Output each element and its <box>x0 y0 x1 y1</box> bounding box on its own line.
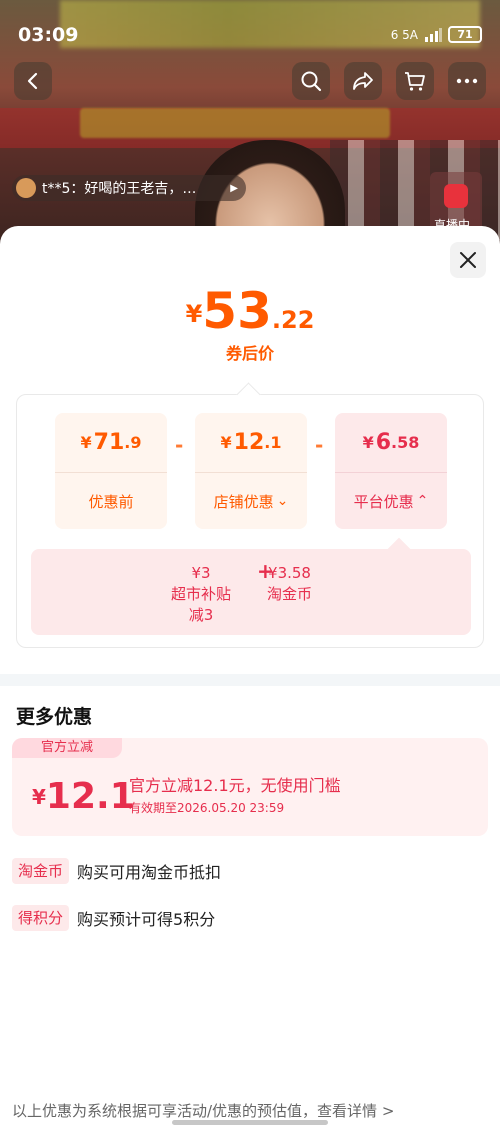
live-comment-text: t**5：好喝的王老吉，… <box>42 181 197 197</box>
price-detail-sheet: ¥53.22 券后价 ¥71.9 优惠前 - ¥12.1 店铺优惠 ⌄ - ¥6… <box>0 226 500 1134</box>
price-decimal: .1 <box>264 433 282 452</box>
coins-text: 购买可用淘金币抵扣 <box>77 863 222 882</box>
final-price-integer: 53 <box>202 282 272 340</box>
price-integer: 71 <box>93 430 125 455</box>
status-time: 03:09 <box>18 24 79 46</box>
final-price: ¥53.22 <box>0 282 500 340</box>
avatar <box>16 178 36 198</box>
battery-indicator: 71 <box>448 26 482 43</box>
official-discount-coupon[interactable]: 官方立减 ¥12.1 官方立减12.1元，无使用门槛 有效期至2026.05.2… <box>12 738 488 836</box>
coupon-tag: 官方立减 <box>12 738 122 758</box>
subsidy-note: 减3 <box>188 606 214 624</box>
coupon-amount: ¥12.1 <box>32 776 135 817</box>
price-integer: 6 <box>375 430 392 455</box>
offer-row-points: 得积分 购买预计可得5积分 <box>12 905 215 931</box>
more-offers-title: 更多优惠 <box>16 706 93 728</box>
footer-details-link[interactable]: 以上优惠为系统根据可享活动/优惠的预估值，查看详情 > <box>12 1100 394 1121</box>
price-breakdown: ¥71.9 优惠前 - ¥12.1 店铺优惠 ⌄ - ¥6.58 平台优惠 ⌃ <box>16 394 484 648</box>
cart-button[interactable] <box>396 62 434 100</box>
home-indicator[interactable] <box>172 1120 328 1125</box>
coins-name: 淘金币 <box>267 585 313 603</box>
coupon-expiry: 有效期至2026.05.20 23:59 <box>129 801 285 815</box>
chevron-right-icon: ▶ <box>230 182 238 194</box>
coins-amount: ¥3.58 <box>268 564 311 582</box>
chevron-up-icon: ⌃ <box>416 493 429 509</box>
platform-discount-detail: ¥3 超市补贴 减3 + ¥3.58 淘金币 <box>31 549 471 635</box>
minus-operator: - <box>315 433 324 457</box>
final-price-decimal: .22 <box>271 306 315 334</box>
more-icon <box>456 78 478 84</box>
original-price-card: ¥71.9 优惠前 <box>55 413 167 529</box>
close-button[interactable] <box>450 242 486 278</box>
more-button[interactable] <box>448 62 486 100</box>
share-button[interactable] <box>344 62 382 100</box>
platform-discount-label: 平台优惠 ⌃ <box>335 473 447 529</box>
original-price-value: ¥71.9 <box>55 413 167 473</box>
final-price-label: 券后价 <box>225 344 274 363</box>
live-icon <box>444 184 468 208</box>
live-badge[interactable]: 直播中 <box>430 172 482 232</box>
points-text: 购买预计可得5积分 <box>77 910 216 929</box>
section-divider <box>0 674 500 686</box>
share-icon <box>353 72 373 90</box>
price-integer: 12 <box>233 430 265 455</box>
taobao-coins: ¥3.58 淘金币 <box>267 563 312 605</box>
signal-icon <box>425 27 442 42</box>
price-decimal: .58 <box>391 433 420 452</box>
cart-icon <box>405 72 425 91</box>
chevron-left-icon <box>27 72 38 90</box>
subsidy-name: 超市补贴 <box>171 585 232 603</box>
currency-symbol: ¥ <box>80 433 92 452</box>
coupon-currency: ¥ <box>32 785 46 809</box>
store-discount-value: ¥12.1 <box>195 413 307 473</box>
close-icon <box>460 252 476 268</box>
coupon-description: 官方立减12.1元，无使用门槛 <box>129 776 341 795</box>
coins-badge: 淘金币 <box>12 858 70 884</box>
status-bar: 03:09 6 5A 71 <box>0 0 500 60</box>
live-comment[interactable]: t**5：好喝的王老吉，… ▶ <box>12 175 246 201</box>
search-button[interactable] <box>292 62 330 100</box>
currency-symbol: ¥ <box>362 433 374 452</box>
coupon-value: 12.1 <box>45 776 135 817</box>
points-badge: 得积分 <box>12 905 70 931</box>
final-price-currency: ¥ <box>185 300 203 328</box>
neon-sign <box>80 108 390 138</box>
offer-row-coins: 淘金币 购买可用淘金币抵扣 <box>12 858 221 884</box>
platform-discount-value: ¥6.58 <box>335 413 447 473</box>
store-discount-text: 店铺优惠 <box>213 492 274 511</box>
platform-discount-text: 平台优惠 <box>353 492 414 511</box>
supermarket-subsidy: ¥3 超市补贴 减3 <box>171 563 231 626</box>
minus-operator: - <box>175 433 184 457</box>
search-icon <box>301 71 322 92</box>
original-price-label: 优惠前 <box>88 492 134 511</box>
network-indicator: 6 5A <box>390 27 418 42</box>
chevron-down-icon: ⌄ <box>276 493 289 509</box>
back-button[interactable] <box>14 62 52 100</box>
store-discount-label: 店铺优惠 ⌄ <box>195 473 307 529</box>
platform-discount-card[interactable]: ¥6.58 平台优惠 ⌃ <box>335 413 447 529</box>
store-discount-card[interactable]: ¥12.1 店铺优惠 ⌄ <box>195 413 307 529</box>
status-indicators: 6 5A 71 <box>391 26 482 43</box>
subsidy-amount: ¥3 <box>191 564 211 582</box>
currency-symbol: ¥ <box>220 433 232 452</box>
price-decimal: .9 <box>124 433 142 452</box>
